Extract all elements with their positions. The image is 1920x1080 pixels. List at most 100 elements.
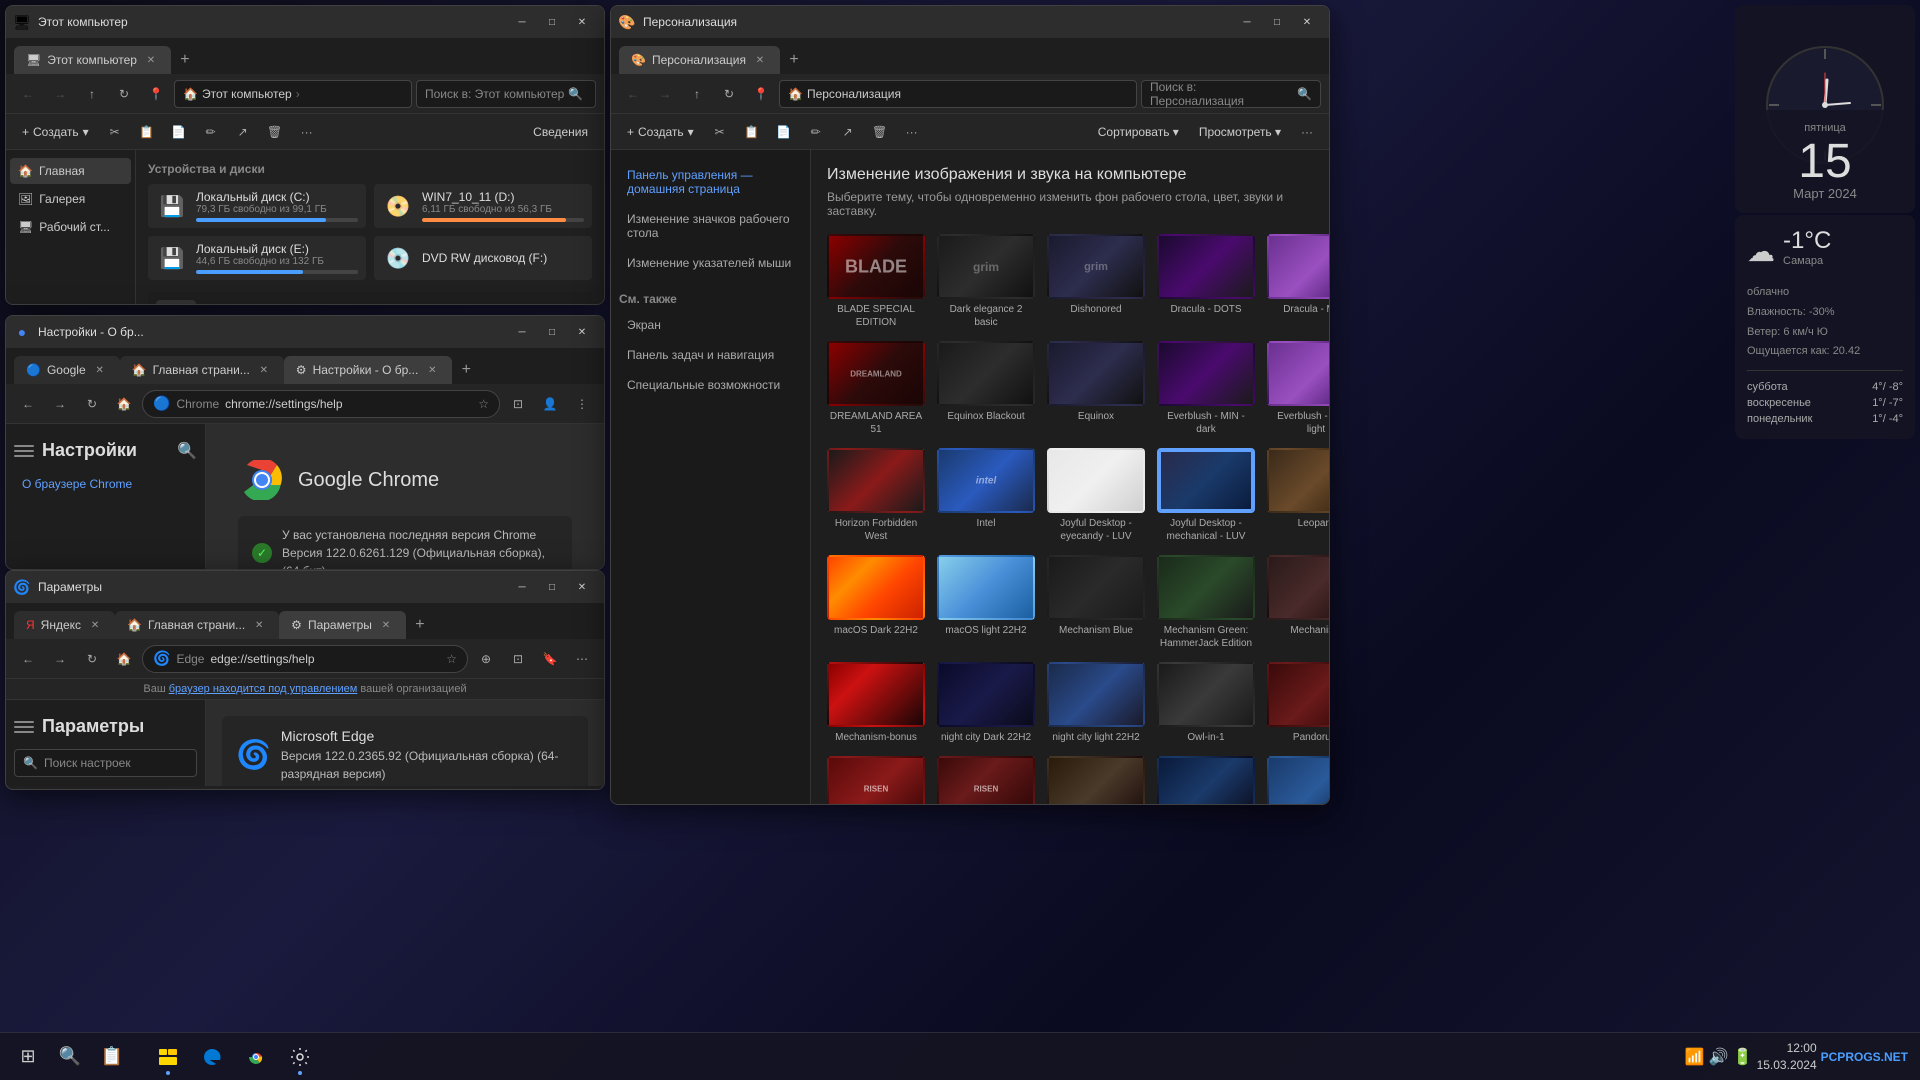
share-button[interactable]: ↗ <box>229 118 257 146</box>
edge-collections[interactable]: 🔖 <box>536 645 564 673</box>
theme-night-light[interactable]: night city light 22H2 <box>1047 662 1145 744</box>
more-button[interactable]: ··· <box>293 118 321 146</box>
search-bar[interactable]: Поиск в: Этот компьютер 🔍 <box>416 80 596 108</box>
theme-mech-sepia[interactable]: Mechanism sepia <box>1047 756 1145 804</box>
theme-dreamland[interactable]: DREAMLAND DREAMLAND AREA 51 <box>827 341 925 436</box>
theme-ubuntu[interactable]: Ubuntu Budgie <box>1267 756 1329 804</box>
new-tab-button[interactable]: + <box>171 46 199 74</box>
persona-see-also-screen[interactable]: Экран <box>619 312 802 338</box>
theme-dracula-dots[interactable]: Dracula - DOTS <box>1157 234 1255 329</box>
start-button[interactable]: ⊞ <box>8 1037 48 1077</box>
up-button[interactable]: ↑ <box>78 80 106 108</box>
chrome-minimize[interactable]: ─ <box>508 322 536 342</box>
minimize-button[interactable]: ─ <box>508 12 536 32</box>
edge-new-tab[interactable]: + <box>406 611 434 639</box>
persona-copy[interactable]: 📋 <box>738 118 766 146</box>
explorer-tab[interactable]: 🖥 Этот компьютер ✕ <box>14 46 171 74</box>
theme-dark-elegance[interactable]: grim Dark elegance 2 basic <box>937 234 1035 329</box>
location-button[interactable]: 📍 <box>142 80 170 108</box>
tray-network-icon[interactable]: 📶 <box>1685 1047 1705 1067</box>
theme-mech-green[interactable]: Mechanism Green: HammerJack Edition <box>1157 555 1255 650</box>
taskbar-edge-icon[interactable] <box>192 1037 232 1077</box>
chrome-tab-settings[interactable]: ⚙ Настройки - О бр... ✕ <box>284 356 453 384</box>
chrome-about-link[interactable]: О браузере Chrome <box>14 473 197 495</box>
address-bar[interactable]: 🏠 Этот компьютер › <box>174 80 412 108</box>
widgets-button[interactable]: 📋 <box>92 1037 132 1077</box>
chrome-tab-home[interactable]: 🏠 Главная страни... ✕ <box>120 356 284 384</box>
tray-battery-icon[interactable]: 🔋 <box>1733 1047 1753 1067</box>
cut-button[interactable]: ✂ <box>101 118 129 146</box>
edge-workspaces[interactable]: ⊡ <box>504 645 532 673</box>
persona-location[interactable]: 📍 <box>747 80 775 108</box>
chrome-profile[interactable]: 👤 <box>536 390 564 418</box>
drive-c[interactable]: 💾 Локальный диск (C:) 79,3 ГБ свободно и… <box>148 184 366 228</box>
theme-owl[interactable]: Owl-in-1 <box>1157 662 1255 744</box>
edge-add-fav[interactable]: ⊕ <box>472 645 500 673</box>
theme-everblush-light[interactable]: Everblush - MIN - light <box>1267 341 1329 436</box>
sidebar-item-home[interactable]: 🏠 Главная <box>10 158 131 184</box>
edge-about-link[interactable]: О программе <box>14 785 197 786</box>
drive-f[interactable]: 💿 DVD RW дисковод (F:) <box>374 236 592 280</box>
edge-refresh[interactable]: ↻ <box>78 645 106 673</box>
google-tab-close[interactable]: ✕ <box>92 362 108 378</box>
persona-see-also-accessibility[interactable]: Специальные возможности <box>619 372 802 398</box>
drive-e[interactable]: 💾 Локальный диск (E:) 44,6 ГБ свободно и… <box>148 236 366 280</box>
edge-hamburger-icon[interactable] <box>14 717 34 737</box>
drive-d[interactable]: 📀 WIN7_10_11 (D:) 6,11 ГБ свободно из 56… <box>374 184 592 228</box>
tab-close-button[interactable]: ✕ <box>143 52 159 68</box>
edge-forward[interactable]: → <box>46 645 74 673</box>
taskbar-chrome-icon[interactable] <box>236 1037 276 1077</box>
edge-minimize[interactable]: ─ <box>508 577 536 597</box>
persona-tab[interactable]: 🎨 Персонализация ✕ <box>619 46 780 74</box>
rename-button[interactable]: ✏ <box>197 118 225 146</box>
home-tab-close[interactable]: ✕ <box>256 362 272 378</box>
chrome-url-bar[interactable]: 🔵 Chrome chrome://settings/help ☆ <box>142 390 500 418</box>
edge-url-bar[interactable]: 🌀 Edge edge://settings/help ☆ <box>142 645 468 673</box>
taskbar-settings-icon[interactable] <box>280 1037 320 1077</box>
chrome-maximize[interactable]: □ <box>538 322 566 342</box>
chrome-back[interactable]: ← <box>14 390 42 418</box>
tray-volume-icon[interactable]: 🔊 <box>1709 1047 1729 1067</box>
chrome-tab-google[interactable]: 🔵 Google ✕ <box>14 356 120 384</box>
persona-maximize[interactable]: □ <box>1263 12 1291 32</box>
theme-risen-red[interactable]: RISEN Risen red <box>827 756 925 804</box>
delete-button[interactable]: 🗑 <box>261 118 289 146</box>
persona-sort[interactable]: Сортировать ▾ <box>1090 118 1187 146</box>
theme-macos-light[interactable]: macOS light 22H2 <box>937 555 1035 650</box>
create-button[interactable]: + Создать ▾ <box>14 118 97 146</box>
settings-tab-close[interactable]: ✕ <box>424 362 440 378</box>
theme-pandorum[interactable]: Pandorum <box>1267 662 1329 744</box>
theme-dracula-mac[interactable]: Dracula - MAC <box>1267 234 1329 329</box>
theme-horizon[interactable]: Horizon Forbidden West <box>827 448 925 543</box>
persona-see-also-taskbar[interactable]: Панель задач и навигация <box>619 342 802 368</box>
edge-close[interactable]: ✕ <box>568 577 596 597</box>
persona-new-tab[interactable]: + <box>780 46 808 74</box>
edge-menu[interactable]: ⋯ <box>568 645 596 673</box>
theme-intel[interactable]: intel Intel <box>937 448 1035 543</box>
chrome-home[interactable]: 🏠 <box>110 390 138 418</box>
edge-maximize[interactable]: □ <box>538 577 566 597</box>
maximize-button[interactable]: □ <box>538 12 566 32</box>
taskbar-explorer-icon[interactable] <box>148 1037 188 1077</box>
persona-more2[interactable]: ··· <box>1293 118 1321 146</box>
sidebar-item-desktop[interactable]: 🖥 Рабочий ст... <box>10 214 131 240</box>
yandex-tab-close[interactable]: ✕ <box>87 617 103 633</box>
theme-blade[interactable]: BLADE BLADE SPECIAL EDITION <box>827 234 925 329</box>
edge-tab-home[interactable]: 🏠 Главная страни... ✕ <box>115 611 279 639</box>
theme-joyful-eye[interactable]: Joyful Desktop - eyecandy - LUV <box>1047 448 1145 543</box>
persona-search-bar[interactable]: Поиск в: Персонализация 🔍 <box>1141 80 1321 108</box>
hamburger-icon[interactable] <box>14 441 34 461</box>
theme-night-dark[interactable]: night city Dark 22H2 <box>937 662 1035 744</box>
edge-tab-yandex[interactable]: Я Яндекс ✕ <box>14 611 115 639</box>
theme-dishonored[interactable]: grim Dishonored <box>1047 234 1145 329</box>
theme-mech-blue[interactable]: Mechanism Blue <box>1047 555 1145 650</box>
paste-button[interactable]: 📄 <box>165 118 193 146</box>
refresh-button[interactable]: ↻ <box>110 80 138 108</box>
theme-mech-bonus[interactable]: Mechanism-bonus <box>827 662 925 744</box>
persona-back[interactable]: ← <box>619 80 647 108</box>
persona-rename[interactable]: ✏ <box>802 118 830 146</box>
persona-sidebar-panel-home[interactable]: Панель управления — домашняя страница <box>619 162 802 202</box>
theme-equinox[interactable]: Equinox <box>1047 341 1145 436</box>
chrome-split[interactable]: ⊡ <box>504 390 532 418</box>
taskbar-clock[interactable]: 12:00 15.03.2024 <box>1757 1040 1817 1074</box>
